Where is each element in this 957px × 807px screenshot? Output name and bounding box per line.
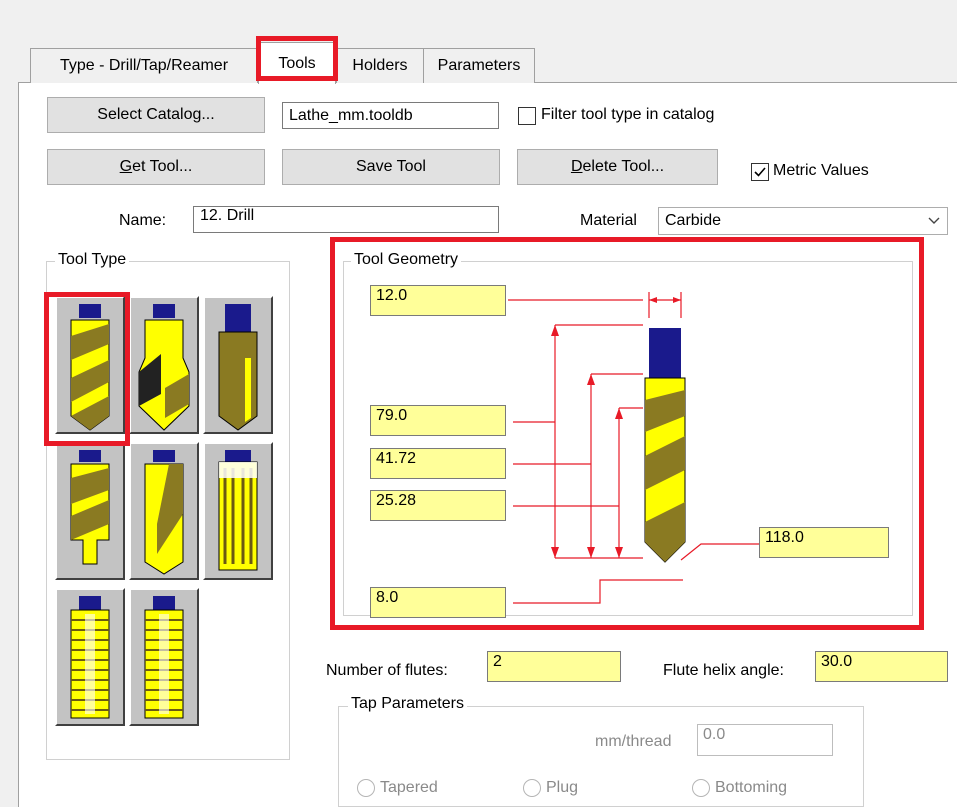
filter-tool-type-label: Filter tool type in catalog xyxy=(541,106,715,123)
tab-label: Type - Drill/Tap/Reamer xyxy=(59,57,229,74)
highlight-tools-tab xyxy=(256,36,338,81)
flute-helix-angle-field[interactable]: 30.0 xyxy=(815,651,948,682)
button-label: Delete Tool... xyxy=(571,158,664,176)
metric-values-checkbox[interactable] xyxy=(751,163,769,181)
select-value: Carbide xyxy=(665,212,722,229)
bottoming-label: Bottoming xyxy=(715,779,788,796)
button-label-rest: elete Tool... xyxy=(582,158,665,175)
button-label: Select Catalog... xyxy=(97,106,215,123)
plug-label: Plug xyxy=(546,779,579,796)
tile-twist-drill[interactable] xyxy=(129,442,199,580)
select-catalog-button[interactable]: Select Catalog... xyxy=(47,97,265,133)
tile-spot-drill[interactable] xyxy=(129,296,199,434)
reamer-icon xyxy=(218,450,258,571)
field-value: Lathe_mm.tooldb xyxy=(289,106,413,124)
accelerator-key: G xyxy=(119,158,133,175)
number-of-flutes-label: Number of flutes: xyxy=(326,662,448,679)
field-value: 2 xyxy=(493,653,502,670)
tab-type-drill-tap-reamer[interactable]: Type - Drill/Tap/Reamer xyxy=(30,48,258,83)
checkmark-icon xyxy=(754,167,766,177)
name-field[interactable]: 12. Drill xyxy=(193,206,499,233)
save-tool-button[interactable]: Save Tool xyxy=(282,149,500,185)
mm-per-thread-field[interactable]: 0.0 xyxy=(697,724,833,756)
tap-parameters-title: Tap Parameters xyxy=(348,695,467,713)
tap-bottoming-icon xyxy=(144,596,184,719)
catalog-file-field[interactable]: Lathe_mm.tooldb xyxy=(282,102,499,129)
tab-label: Holders xyxy=(352,57,408,74)
flute-helix-angle-label: Flute helix angle: xyxy=(663,662,784,679)
tile-tap[interactable] xyxy=(55,588,125,726)
metric-values-label: Metric Values xyxy=(773,162,869,179)
get-tool-button[interactable]: Get Tool... xyxy=(47,149,265,185)
filter-tool-type-checkbox[interactable] xyxy=(518,107,536,125)
field-value: 12. Drill xyxy=(200,207,255,224)
tab-parameters[interactable]: Parameters xyxy=(423,48,535,83)
tile-tap-bottoming[interactable] xyxy=(129,588,199,726)
highlight-selected-tool-type xyxy=(44,292,130,446)
bottoming-radio[interactable] xyxy=(692,779,710,797)
material-select[interactable]: Carbide xyxy=(658,207,948,235)
tile-step-drill[interactable] xyxy=(55,442,125,580)
step-drill-icon xyxy=(70,450,110,565)
material-label: Material xyxy=(580,212,637,229)
twist-drill-icon xyxy=(144,450,184,575)
delete-tool-button[interactable]: Delete Tool... xyxy=(517,149,718,185)
field-value: 0.0 xyxy=(703,726,726,743)
button-label: Save Tool xyxy=(356,158,426,175)
plug-radio[interactable] xyxy=(523,779,541,797)
button-label-rest: et Tool... xyxy=(132,158,193,175)
tab-holders[interactable]: Holders xyxy=(336,48,424,83)
tile-end-mill[interactable] xyxy=(203,296,273,434)
highlight-tool-geometry xyxy=(330,237,924,630)
number-of-flutes-field[interactable]: 2 xyxy=(487,651,621,682)
tool-type-title: Tool Type xyxy=(55,251,130,269)
tile-reamer[interactable] xyxy=(203,442,273,580)
tapered-label: Tapered xyxy=(380,779,438,796)
name-label: Name: xyxy=(119,212,167,229)
mm-per-thread-label: mm/thread xyxy=(595,733,672,750)
chevron-down-icon xyxy=(928,217,940,224)
button-label: Get Tool... xyxy=(120,158,193,176)
accelerator-key: D xyxy=(570,158,583,175)
end-mill-icon xyxy=(218,304,258,431)
tab-label: Parameters xyxy=(437,57,521,74)
spot-drill-icon xyxy=(138,304,190,431)
tap-icon xyxy=(70,596,110,719)
field-value: 30.0 xyxy=(821,653,853,670)
tapered-radio[interactable] xyxy=(357,779,375,797)
